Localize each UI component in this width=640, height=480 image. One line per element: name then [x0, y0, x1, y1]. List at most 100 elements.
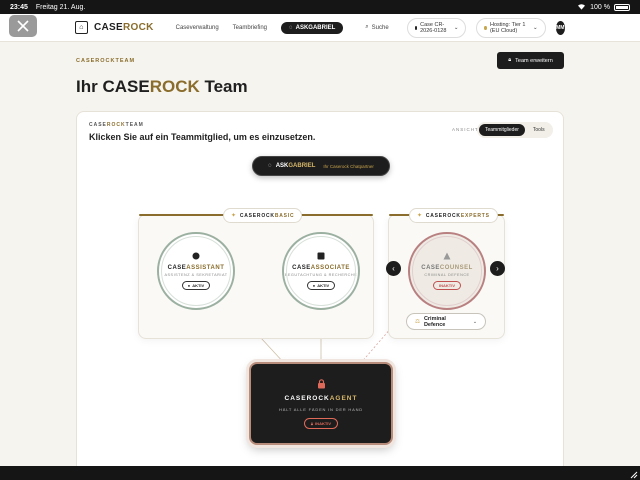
- chat-label-b: GABRIEL: [288, 163, 316, 169]
- title-part-b: ROCK: [149, 77, 200, 96]
- assistant-icon: [192, 252, 200, 260]
- dot-icon: ●: [312, 283, 316, 288]
- toggle-teammitglieder[interactable]: Teammitglieder: [479, 124, 525, 136]
- hosting-dot-icon: [484, 25, 487, 30]
- team-card: CASEROCKTEAM Klicken Sie auf ein Teammit…: [76, 111, 564, 480]
- star-icon: ✦: [417, 213, 423, 219]
- member-desc: CRIMINAL DEFENCE: [424, 273, 470, 277]
- experts-label-b: EXPERTS: [460, 212, 490, 219]
- title-part-c: Team: [199, 77, 248, 96]
- next-expert-button[interactable]: ›: [490, 261, 505, 276]
- case-label: Case CR-2026-0128: [420, 21, 447, 34]
- brand-logo[interactable]: ⌂ CASEROCK: [75, 21, 154, 34]
- title-part-a: Ihr CASE: [76, 77, 150, 96]
- status-badge: INAKTIV: [433, 281, 461, 290]
- status-time: 23:45: [10, 3, 28, 11]
- basic-panel: ✦ CASEROCKBASIC CASEASSISTANT ASSISTENZ …: [138, 208, 374, 339]
- lock-icon: [317, 378, 325, 388]
- card-over-b: ROCK: [106, 122, 126, 128]
- badge-label: INAKTIV: [315, 420, 332, 426]
- member-name: CASECOUNSEL: [421, 265, 473, 271]
- dot-icon: ●: [187, 283, 191, 288]
- member-name: CASEASSOCIATE: [292, 265, 350, 271]
- card-overline: CASEROCKTEAM: [89, 122, 144, 128]
- hosting-label: Hosting: Tier 1 (EU Cloud): [489, 21, 526, 34]
- member-name-b: ASSISTANT: [186, 265, 225, 271]
- expand-team-label: Team erweitern: [515, 57, 553, 64]
- agent-name-a: CASEROCK: [284, 394, 330, 402]
- search-label: Suche: [371, 24, 389, 31]
- resize-handle-icon[interactable]: [628, 469, 638, 479]
- top-navigation: ⌂ CASEROCK Caseverwaltung Teambriefing ◌…: [0, 14, 640, 42]
- badge-label: AKTIV: [192, 283, 205, 288]
- close-button[interactable]: [9, 15, 37, 37]
- member-name-a: CASE: [292, 265, 311, 271]
- expert-area-value: Criminal Defence: [423, 315, 446, 328]
- member-caseassistant[interactable]: CASEASSISTANT ASSISTENZ & SEKRETARIAT ● A…: [157, 232, 235, 310]
- chat-icon: ◌: [268, 163, 272, 169]
- member-caseassociate[interactable]: CASEASSOCIATE BEGUTACHTUNG & RECHERCHE ●…: [282, 232, 360, 310]
- agent-desc: HÄLT ALLE FÄDEN IN DER HAND: [279, 406, 363, 412]
- star-icon: ✦: [231, 213, 237, 219]
- logo-icon: ⌂: [75, 21, 88, 34]
- case-dot-icon: [414, 25, 418, 30]
- case-selector[interactable]: Case CR-2026-0128 ⌄: [406, 17, 467, 38]
- member-name-a: CASE: [167, 265, 187, 271]
- card-over-c: TEAM: [125, 122, 144, 128]
- chevron-left-icon: ‹: [392, 264, 395, 273]
- page-overline: CASEROCKTEAM: [76, 58, 136, 64]
- page-title: Ihr CASEROCK Team: [76, 77, 248, 97]
- brand-text-a: CASE: [94, 22, 123, 33]
- nav-link-caseverwaltung[interactable]: Caseverwaltung: [176, 25, 219, 31]
- lock-icon: 🔒︎: [310, 420, 314, 426]
- member-desc: BEGUTACHTUNG & RECHERCHE: [284, 273, 358, 277]
- card-subtitle: Klicken Sie auf ein Teammitglied, um es …: [89, 132, 316, 142]
- basic-label-b: BASIC: [274, 212, 295, 219]
- member-name-b: ASSOCIATE: [310, 265, 350, 271]
- caserock-agent-card[interactable]: CASEROCKAGENT HÄLT ALLE FÄDEN IN DER HAN…: [249, 362, 393, 445]
- status-badge: 🔒︎ INAKTIV: [303, 417, 339, 429]
- hosting-selector[interactable]: Hosting: Tier 1 (EU Cloud) ⌄: [476, 17, 546, 38]
- badge-label: AKTIV: [317, 283, 330, 288]
- wifi-icon: [577, 3, 586, 12]
- battery-percent: 100 %: [590, 3, 610, 11]
- nav-link-teambriefing[interactable]: Teambriefing: [233, 25, 267, 31]
- counsel-icon: [443, 252, 451, 260]
- user-avatar[interactable]: MM: [555, 20, 565, 35]
- search-button[interactable]: ⌕ Suche: [365, 24, 388, 31]
- view-toggle: Teammitglieder Tools: [477, 122, 553, 138]
- associate-icon: [317, 252, 325, 260]
- chat-label-a: ASK: [275, 163, 289, 169]
- ask-gabriel-chat-button[interactable]: ◌ ASKGABRIEL Ihr Caserock Chatpartner: [252, 156, 390, 176]
- member-name: CASEASSISTANT: [168, 265, 225, 271]
- close-icon: [17, 20, 29, 32]
- nav-links: Caseverwaltung Teambriefing ◌ ASKGABRIEL: [176, 21, 344, 34]
- experts-label-a: CASEROCK: [425, 212, 461, 219]
- basic-panel-label: ✦ CASEROCKBASIC: [223, 208, 303, 223]
- chat-sublabel: Ihr Caserock Chatpartner: [323, 163, 374, 169]
- member-name-b: COUNSEL: [439, 265, 473, 271]
- ask-gabriel-button[interactable]: ◌ ASKGABRIEL: [281, 21, 344, 34]
- bottom-bar: [0, 466, 640, 480]
- expand-team-button[interactable]: 🔒︎ Team erweitern: [497, 52, 564, 69]
- basic-label-a: CASEROCK: [239, 212, 275, 219]
- view-label: ANSICHT: [452, 127, 479, 132]
- expert-area-select[interactable]: ⚖ Criminal Defence ⌄: [406, 313, 486, 330]
- ask-label-a: ASK: [295, 24, 309, 31]
- agent-name-b: AGENT: [329, 394, 358, 402]
- status-badge: ● AKTIV: [306, 281, 336, 290]
- prev-expert-button[interactable]: ‹: [386, 261, 401, 276]
- card-over-a: CASE: [89, 122, 107, 128]
- agent-name: CASEROCKAGENT: [285, 395, 358, 402]
- gavel-icon: ⚖: [415, 318, 420, 325]
- battery-icon: [614, 3, 630, 11]
- status-badge: ● AKTIV: [181, 281, 211, 290]
- toggle-tools[interactable]: Tools: [527, 124, 551, 136]
- chevron-down-icon: ⌄: [532, 24, 538, 31]
- chevron-down-icon: ⌄: [453, 24, 459, 31]
- ask-label-b: GABRIEL: [308, 24, 336, 31]
- member-casecounsel[interactable]: CASECOUNSEL CRIMINAL DEFENCE INAKTIV: [408, 232, 486, 310]
- status-date: Freitag 21. Aug.: [35, 3, 86, 11]
- ios-status-bar: 23:45 Freitag 21. Aug. 100 %: [0, 0, 640, 14]
- experts-panel-label: ✦ CASEROCKEXPERTS: [409, 208, 498, 223]
